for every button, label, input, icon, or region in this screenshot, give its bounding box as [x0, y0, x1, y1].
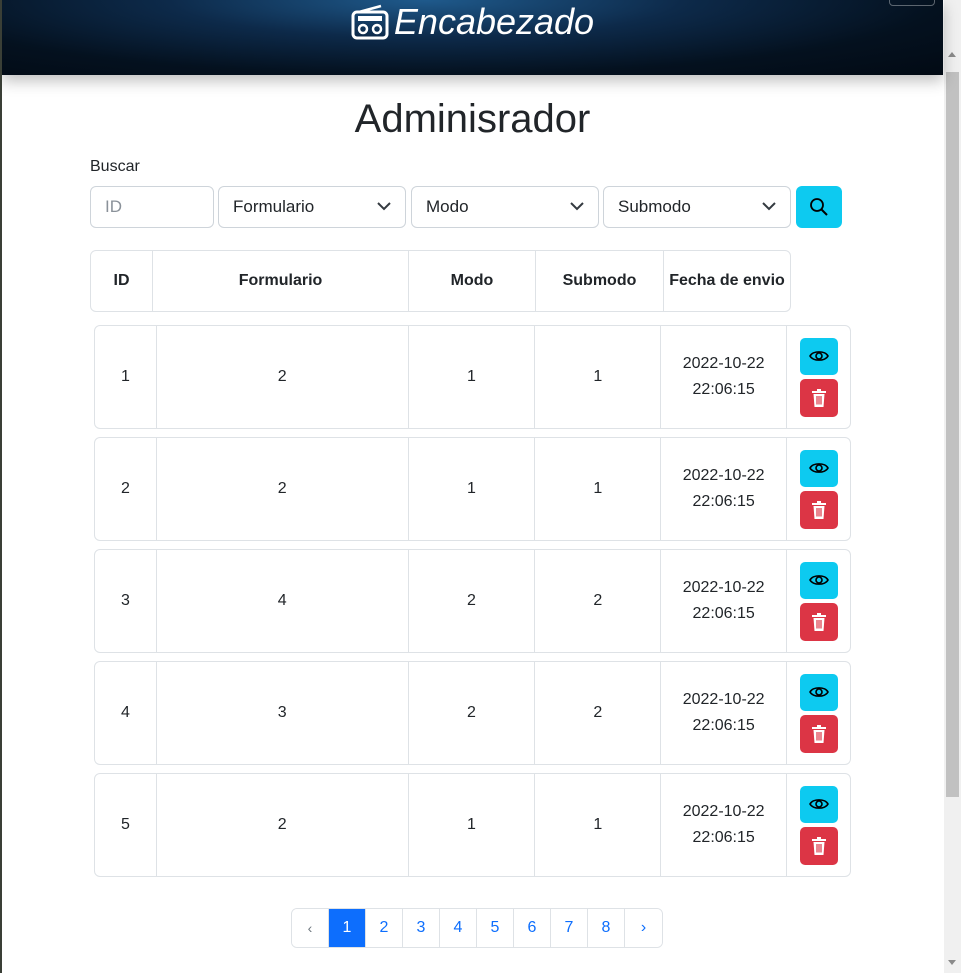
page-2-button[interactable]: 2	[366, 909, 403, 947]
eye-icon	[808, 799, 829, 809]
table-row: 2 2 1 1 2022-10-22 22:06:15	[94, 437, 851, 541]
search-button[interactable]	[796, 186, 842, 228]
trash-icon	[811, 724, 826, 743]
cell-submodo: 1	[535, 326, 662, 428]
formulario-select[interactable]: Formulario	[218, 186, 406, 228]
modo-select-value: Modo	[426, 197, 469, 216]
modo-select[interactable]: Modo	[411, 186, 599, 228]
page-6-button[interactable]: 6	[514, 909, 551, 947]
row-actions	[787, 774, 850, 876]
table-header: ID Formulario Modo Submodo Fecha de envi…	[90, 250, 791, 312]
eye-icon	[808, 687, 829, 697]
page-1-button[interactable]: 1	[329, 909, 366, 947]
cell-id: 5	[95, 774, 157, 876]
row-actions	[787, 662, 850, 764]
table-row: 4 3 2 2 2022-10-22 22:06:15	[94, 661, 851, 765]
pagination: ‹ 1 2 3 4 5 6 7 8 ›	[291, 908, 663, 948]
cell-submodo: 1	[535, 438, 662, 540]
brand[interactable]: Encabezado	[351, 2, 594, 42]
delete-button[interactable]	[799, 714, 838, 753]
id-input[interactable]: ID	[90, 186, 214, 228]
trash-icon	[811, 612, 826, 631]
view-button[interactable]	[799, 785, 838, 823]
cell-modo: 1	[409, 438, 536, 540]
cell-fecha: 2022-10-22 22:06:15	[661, 662, 788, 764]
page-title: Adminisrador	[354, 97, 591, 141]
view-button[interactable]	[799, 337, 838, 375]
submodo-select-value: Submodo	[618, 197, 691, 216]
cell-modo: 2	[409, 550, 536, 652]
cell-id: 4	[95, 662, 157, 764]
eye-icon	[808, 463, 829, 473]
cell-formulario: 4	[157, 550, 409, 652]
trash-icon	[811, 388, 826, 407]
cell-fecha: 2022-10-22 22:06:15	[661, 550, 788, 652]
radio-icon	[351, 4, 389, 40]
page-prev-button[interactable]: ‹	[292, 909, 329, 947]
eye-icon	[808, 575, 829, 585]
delete-button[interactable]	[799, 602, 838, 641]
cell-fecha: 2022-10-22 22:06:15	[661, 438, 788, 540]
page-4-button[interactable]: 4	[440, 909, 477, 947]
table-row: 5 2 1 1 2022-10-22 22:06:15	[94, 773, 851, 877]
column-header-submodo: Submodo	[536, 251, 664, 311]
row-actions	[787, 550, 850, 652]
page-8-button[interactable]: 8	[588, 909, 625, 947]
cell-submodo: 1	[535, 774, 662, 876]
trash-icon	[811, 500, 826, 519]
cell-submodo: 2	[535, 662, 662, 764]
cell-submodo: 2	[535, 550, 662, 652]
cell-formulario: 2	[157, 774, 409, 876]
page-5-button[interactable]: 5	[477, 909, 514, 947]
search-icon	[810, 198, 828, 216]
row-actions	[787, 438, 850, 540]
view-button[interactable]	[799, 673, 838, 711]
cell-id: 2	[95, 438, 157, 540]
browser-window: Encabezado Adminisrador Buscar ID Formul…	[2, 0, 961, 973]
chevron-down-icon	[570, 202, 584, 211]
column-header-fecha: Fecha de envio	[669, 272, 785, 289]
page-next-button[interactable]: ›	[625, 909, 662, 947]
cell-modo: 2	[409, 662, 536, 764]
submodo-select[interactable]: Submodo	[603, 186, 791, 228]
cell-modo: 1	[409, 326, 536, 428]
page-3-button[interactable]: 3	[403, 909, 440, 947]
column-header-formulario: Formulario	[153, 251, 409, 311]
trash-icon	[811, 836, 826, 855]
column-header-modo: Modo	[409, 251, 536, 311]
eye-icon	[808, 351, 829, 361]
cell-formulario: 2	[157, 326, 409, 428]
delete-button[interactable]	[799, 378, 838, 417]
table-row: 1 2 1 1 2022-10-22 22:06:15	[94, 325, 851, 429]
cell-fecha: 2022-10-22 22:06:15	[661, 326, 788, 428]
search-label: Buscar	[90, 158, 140, 175]
chevron-down-icon	[762, 202, 776, 211]
table-row: 3 4 2 2 2022-10-22 22:06:15	[94, 549, 851, 653]
cell-id: 3	[95, 550, 157, 652]
column-header-id: ID	[91, 251, 153, 311]
delete-button[interactable]	[799, 826, 838, 865]
site-header: Encabezado	[2, 0, 943, 75]
cell-formulario: 2	[157, 438, 409, 540]
cell-fecha: 2022-10-22 22:06:15	[661, 774, 788, 876]
row-actions	[787, 326, 850, 428]
scroll-up-arrow-icon[interactable]	[948, 52, 956, 57]
cell-id: 1	[95, 326, 157, 428]
view-button[interactable]	[799, 449, 838, 487]
view-button[interactable]	[799, 561, 838, 599]
delete-button[interactable]	[799, 490, 838, 529]
scrollbar-thumb[interactable]	[946, 72, 959, 797]
vertical-scrollbar[interactable]	[944, 0, 961, 973]
brand-title: Encabezado	[393, 1, 595, 42]
cell-modo: 1	[409, 774, 536, 876]
chevron-down-icon	[377, 202, 391, 211]
page-7-button[interactable]: 7	[551, 909, 588, 947]
navbar-toggle-button[interactable]	[889, 0, 935, 6]
formulario-select-value: Formulario	[233, 197, 315, 216]
scroll-down-arrow-icon[interactable]	[948, 960, 956, 965]
cell-formulario: 3	[157, 662, 409, 764]
